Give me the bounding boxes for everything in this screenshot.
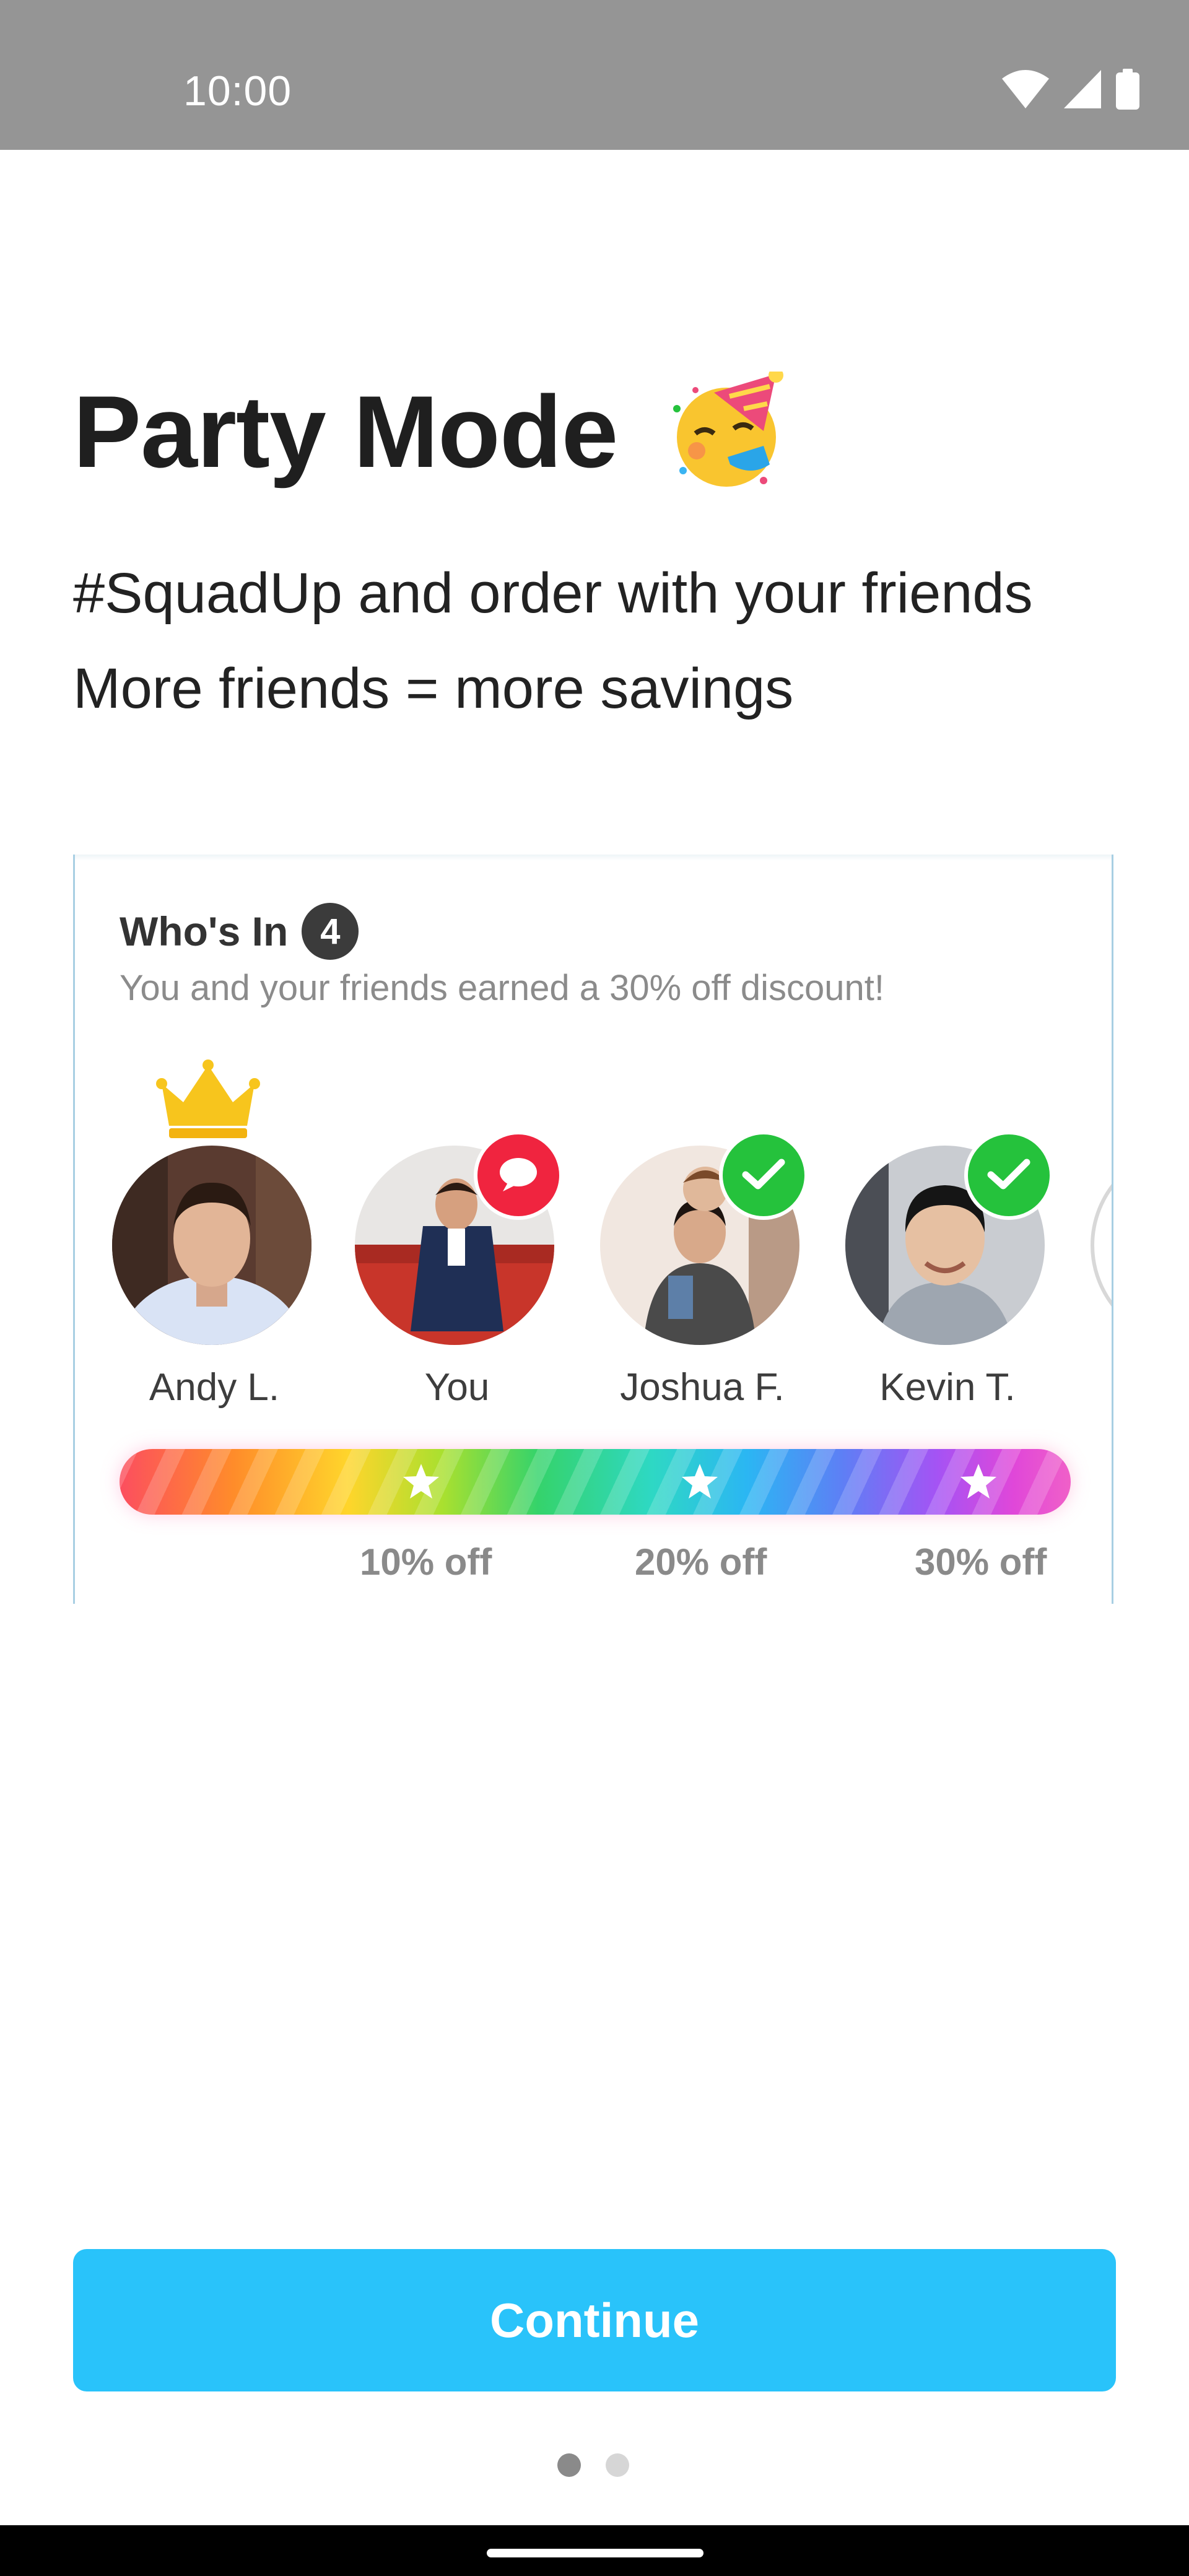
continue-button[interactable]: Continue	[73, 2249, 1116, 2391]
status-icons	[1002, 67, 1139, 111]
page-dot-active[interactable]	[557, 2453, 581, 2477]
page-dot-inactive[interactable]	[606, 2453, 629, 2477]
title-row: Party Mode	[73, 368, 788, 492]
crown-icon	[155, 1059, 261, 1142]
star-icon	[681, 1463, 719, 1503]
chat-bubble-icon	[497, 1155, 540, 1196]
friend-name: Andy L.	[149, 1366, 280, 1409]
joined-badge	[964, 1131, 1053, 1220]
page-title: Party Mode	[73, 375, 618, 489]
page-indicator	[557, 2453, 629, 2477]
chat-bubble-badge	[474, 1131, 563, 1220]
progress-stripes	[120, 1449, 1071, 1515]
battery-icon	[1116, 69, 1139, 110]
next-friend-avatar-partial	[1091, 1146, 1112, 1345]
star-icon	[402, 1463, 440, 1503]
status-time: 10:00	[183, 67, 292, 115]
tier-label-30: 30% off	[915, 1541, 1047, 1583]
friend-name: Kevin T.	[879, 1366, 1016, 1409]
member-count-badge: 4	[302, 903, 359, 960]
discount-progress-bar	[120, 1449, 1071, 1515]
home-gesture-handle[interactable]	[487, 2549, 703, 2557]
card-top-edge	[75, 855, 1112, 861]
discount-earned-text: You and your friends earned a 30% off di…	[120, 968, 884, 1008]
friend-name: Joshua F.	[620, 1366, 785, 1409]
joined-badge	[719, 1131, 808, 1220]
wifi-icon	[1002, 70, 1049, 108]
tier-label-10: 10% off	[360, 1541, 492, 1583]
subtitle-line-2: More friends = more savings	[73, 657, 794, 720]
status-bar: 10:00	[0, 0, 1189, 150]
whos-in-label: Who's In	[120, 908, 289, 954]
tier-label-20: 20% off	[635, 1541, 767, 1583]
signal-icon	[1064, 70, 1101, 108]
party-preview-card: Who's In 4 You and your friends earned a…	[73, 855, 1113, 1604]
star-icon	[959, 1463, 998, 1503]
avatar	[112, 1146, 311, 1345]
subtitle-line-1: #SquadUp and order with your friends	[73, 562, 1033, 625]
friend-name: You	[424, 1366, 490, 1409]
party-face-emoji	[671, 368, 788, 492]
check-icon	[742, 1157, 785, 1194]
whos-in-header: Who's In 4	[120, 903, 359, 960]
check-icon	[987, 1157, 1030, 1194]
